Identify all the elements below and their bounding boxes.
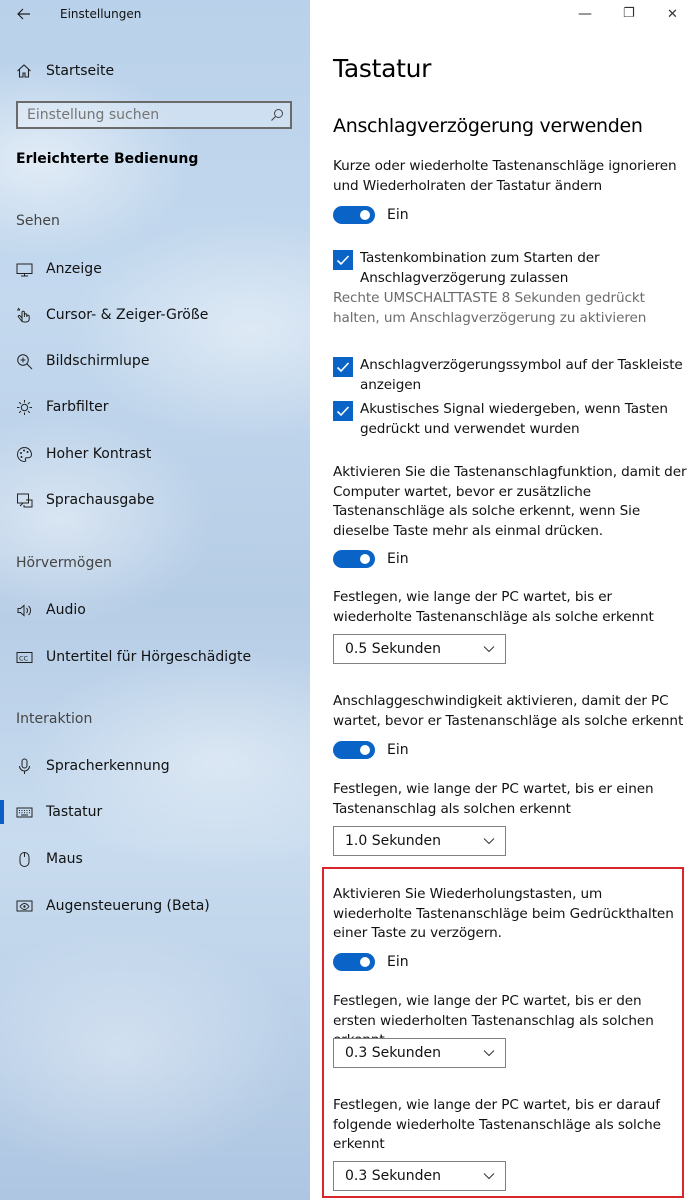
sidebar-item-untertitel[interactable]: CC Untertitel für Hörgeschädigte — [16, 645, 306, 669]
sticky-keys-toggle[interactable]: Ein — [333, 205, 409, 225]
pointer-hand-icon — [16, 307, 33, 324]
search-icon[interactable] — [270, 108, 284, 122]
sticky-keys-description: Kurze oder wiederholte Tastenanschläge i… — [333, 158, 677, 194]
minimize-button[interactable]: — — [578, 6, 592, 22]
repeat-next-description: Festlegen, wie lange der PC wartet, bis … — [333, 1097, 661, 1152]
sidebar-item-label: Augensteuerung (Beta) — [46, 898, 210, 914]
toggle-label: Ein — [387, 742, 409, 758]
sidebar-item-augensteuerung[interactable]: Augensteuerung (Beta) — [16, 894, 306, 918]
sidebar-item-label: Sprachausgabe — [46, 492, 155, 508]
group-label-interaktion: Interaktion — [16, 711, 93, 727]
color-filter-sun-icon — [16, 399, 33, 416]
search-box[interactable] — [16, 101, 292, 129]
toggle-switch[interactable] — [333, 206, 375, 224]
slow-keys-description: Anschlaggeschwindigkeit aktivieren, dami… — [333, 693, 684, 729]
sidebar-item-label: Spracherkennung — [46, 758, 170, 774]
content-pane: — ❐ ✕ Tastatur Anschlagverzögerung verwe… — [310, 0, 697, 1200]
sidebar-item-spracherkennung[interactable]: Spracherkennung — [16, 754, 306, 778]
close-button[interactable]: ✕ — [667, 7, 678, 22]
bounce-keys-toggle[interactable]: Ein — [333, 549, 409, 569]
bounce-keys-description: Aktivieren Sie die Tastenanschlagfunktio… — [333, 464, 687, 539]
sidebar-item-hoher-kontrast[interactable]: Hoher Kontrast — [16, 442, 306, 466]
shortcut-hint: Rechte UMSCHALTTASTE 8 Sekunden gedrückt… — [333, 290, 647, 326]
page-title: Tastatur — [333, 54, 432, 83]
shortcut-checkbox-label: Tastenkombination zum Starten der Anschl… — [360, 250, 600, 286]
select-value: 1.0 Sekunden — [345, 833, 442, 849]
maximize-button[interactable]: ❐ — [623, 6, 635, 21]
section-title: Erleichterte Bedienung — [16, 151, 199, 167]
toggle-switch[interactable] — [333, 953, 375, 971]
repeat-next-select[interactable]: 0.3 Sekunden — [333, 1161, 506, 1191]
section-subtitle: Anschlagverzögerung verwenden — [333, 115, 643, 137]
select-value: 0.3 Sekunden — [345, 1045, 442, 1061]
sidebar-item-label: Farbfilter — [46, 399, 109, 415]
chevron-down-icon — [483, 1050, 495, 1057]
sound-checkbox-label: Akustisches Signal wiedergeben, wenn Tas… — [360, 401, 668, 437]
checkmark-icon — [336, 406, 350, 417]
cc-icon: CC — [16, 649, 33, 666]
window-title: Einstellungen — [60, 7, 142, 21]
chevron-down-icon — [483, 1173, 495, 1180]
toggle-label: Ein — [387, 207, 409, 223]
sidebar-item-label: Audio — [46, 602, 86, 618]
microphone-icon — [16, 758, 33, 775]
sidebar-item-maus[interactable]: Maus — [16, 847, 306, 871]
select-value: 0.3 Sekunden — [345, 1168, 442, 1184]
sidebar-item-label: Cursor- & Zeiger-Größe — [46, 307, 209, 323]
taskbar-icon-checkbox[interactable] — [333, 357, 353, 377]
checkmark-icon — [336, 362, 350, 373]
bounce-wait-select[interactable]: 0.5 Sekunden — [333, 634, 506, 664]
palette-icon — [16, 446, 33, 463]
bounce-wait-description: Festlegen, wie lange der PC wartet, bis … — [333, 589, 654, 625]
speaker-icon — [16, 602, 33, 619]
sidebar-item-sprachausgabe[interactable]: Sprachausgabe — [16, 488, 306, 512]
taskbar-icon-checkbox-label: Anschlagverzögerungssymbol auf der Taskl… — [360, 357, 683, 393]
toggle-label: Ein — [387, 551, 409, 567]
sidebar-item-label: Untertitel für Hörgeschädigte — [46, 649, 252, 665]
sidebar: Einstellungen Startseite Erleichterte Be… — [0, 0, 310, 1200]
keyboard-icon — [16, 804, 33, 821]
slow-wait-select[interactable]: 1.0 Sekunden — [333, 826, 506, 856]
sidebar-item-label: Anzeige — [46, 261, 102, 277]
chevron-down-icon — [483, 646, 495, 653]
repeat-keys-toggle[interactable]: Ein — [333, 952, 409, 972]
sidebar-item-label: Hoher Kontrast — [46, 446, 152, 462]
svg-text:CC: CC — [19, 654, 29, 662]
slow-wait-description: Festlegen, wie lange der PC wartet, bis … — [333, 781, 654, 817]
sidebar-item-tastatur[interactable]: Tastatur — [16, 800, 306, 824]
group-label-hoeren: Hörvermögen — [16, 555, 112, 571]
magnifier-plus-icon — [16, 353, 33, 370]
sidebar-item-label: Tastatur — [46, 804, 103, 820]
repeat-first-select[interactable]: 0.3 Sekunden — [333, 1038, 506, 1068]
sidebar-item-home[interactable]: Startseite — [16, 60, 114, 82]
narrator-icon — [16, 492, 33, 509]
sidebar-item-label: Maus — [46, 851, 83, 867]
group-label-sehen: Sehen — [16, 213, 60, 229]
sidebar-item-bildschirmlupe[interactable]: Bildschirmlupe — [16, 349, 306, 373]
active-item-indicator — [0, 800, 4, 824]
home-label: Startseite — [46, 63, 115, 79]
sound-checkbox[interactable] — [333, 401, 353, 421]
slow-keys-toggle[interactable]: Ein — [333, 740, 409, 760]
sidebar-item-anzeige[interactable]: Anzeige — [16, 257, 306, 281]
back-arrow-icon[interactable] — [14, 4, 34, 24]
monitor-icon — [16, 261, 33, 278]
repeat-keys-description: Aktivieren Sie Wiederholungstasten, um w… — [333, 886, 674, 941]
sidebar-item-audio[interactable]: Audio — [16, 598, 306, 622]
sidebar-item-label: Bildschirmlupe — [46, 353, 150, 369]
shortcut-checkbox[interactable] — [333, 250, 353, 270]
select-value: 0.5 Sekunden — [345, 641, 442, 657]
checkmark-icon — [336, 255, 350, 266]
search-input[interactable] — [18, 103, 290, 127]
toggle-label: Ein — [387, 954, 409, 970]
mouse-icon — [16, 851, 33, 868]
sidebar-item-farbfilter[interactable]: Farbfilter — [16, 395, 306, 419]
toggle-switch[interactable] — [333, 550, 375, 568]
toggle-switch[interactable] — [333, 741, 375, 759]
chevron-down-icon — [483, 838, 495, 845]
sidebar-item-cursor[interactable]: Cursor- & Zeiger-Größe — [16, 303, 306, 327]
eye-control-icon — [16, 898, 33, 915]
home-icon — [17, 64, 31, 78]
